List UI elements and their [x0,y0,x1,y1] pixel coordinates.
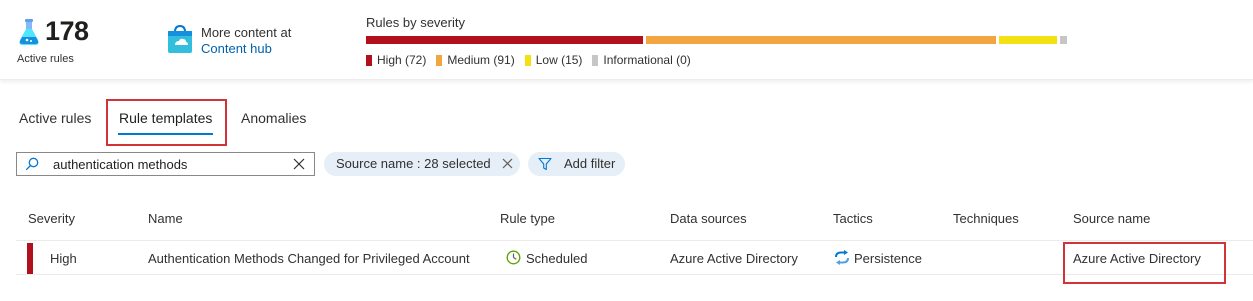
shopping-bag-icon [168,24,192,53]
cell-severity: High [50,251,77,266]
legend-item-informational: Informational (0) [592,53,691,67]
rules-summary: 178 Active rules More content at Content… [0,0,1253,80]
cell-name: Authentication Methods Changed for Privi… [148,251,470,266]
severity-legend: High (72) Medium (91) Low (15) Informationa… [366,53,701,67]
legend-swatch [592,54,599,66]
search-value: authentication methods [53,157,188,172]
severity-segment-medium [646,36,996,44]
column-header-data-sources[interactable]: Data sources [670,211,747,226]
legend-label: Informational (0) [603,53,691,67]
column-header-severity[interactable]: Severity [28,211,75,226]
column-header-tactics[interactable]: Tactics [833,211,873,226]
legend-label: Low (15) [535,53,583,67]
clock-icon [506,250,521,265]
active-rules-count: 178 [45,16,89,46]
legend-item-high: High (72) [366,53,426,67]
search-input[interactable]: authentication methods [16,152,315,176]
close-icon[interactable] [292,157,306,171]
tab-anomalies[interactable]: Anomalies [241,110,306,126]
severity-segment-high [366,36,643,44]
column-header-source-name[interactable]: Source name [1073,211,1150,226]
add-filter-button[interactable]: Add filter [528,152,625,176]
content-hub-link-text[interactable]: Content hub [201,41,272,56]
column-header-techniques[interactable]: Techniques [953,211,1019,226]
legend-swatch [366,54,372,66]
severity-title: Rules by severity [366,15,465,30]
legend-label: Medium (91) [447,53,515,67]
severity-segment-low [999,36,1057,44]
legend-item-medium: Medium (91) [436,53,515,67]
column-header-name[interactable]: Name [148,211,183,226]
content-hub-caption: More content at [201,25,292,40]
cell-data-sources: Azure Active Directory [670,251,798,266]
source-name-filter-label: Source name : 28 selected [336,156,491,171]
active-rules-label: Active rules [17,53,74,65]
legend-label: High (72) [377,53,427,67]
flask-icon [19,19,39,45]
tab-highlight-box [106,99,227,146]
column-header-rule-type[interactable]: Rule type [500,211,555,226]
persistence-cycle-icon [835,250,849,265]
source-name-highlight-box [1063,242,1226,284]
rules-by-severity: Rules by severity High (72) Medium (91) Lo… [366,15,1067,67]
cell-rule-type: Scheduled [526,251,588,266]
tab-active-rules[interactable]: Active rules [19,110,91,126]
add-filter-label: Add filter [564,156,616,171]
search-icon [25,157,39,171]
severity-segment-informational [1060,36,1067,44]
source-name-filter-pill[interactable]: Source name : 28 selected [324,152,520,176]
legend-swatch [436,54,443,66]
legend-swatch [524,54,531,66]
remove-filter-icon[interactable] [502,158,513,169]
funnel-icon [538,157,552,171]
severity-marker [27,243,33,274]
cell-tactics: Persistence [854,251,922,266]
legend-item-low: Low (15) [524,53,583,67]
